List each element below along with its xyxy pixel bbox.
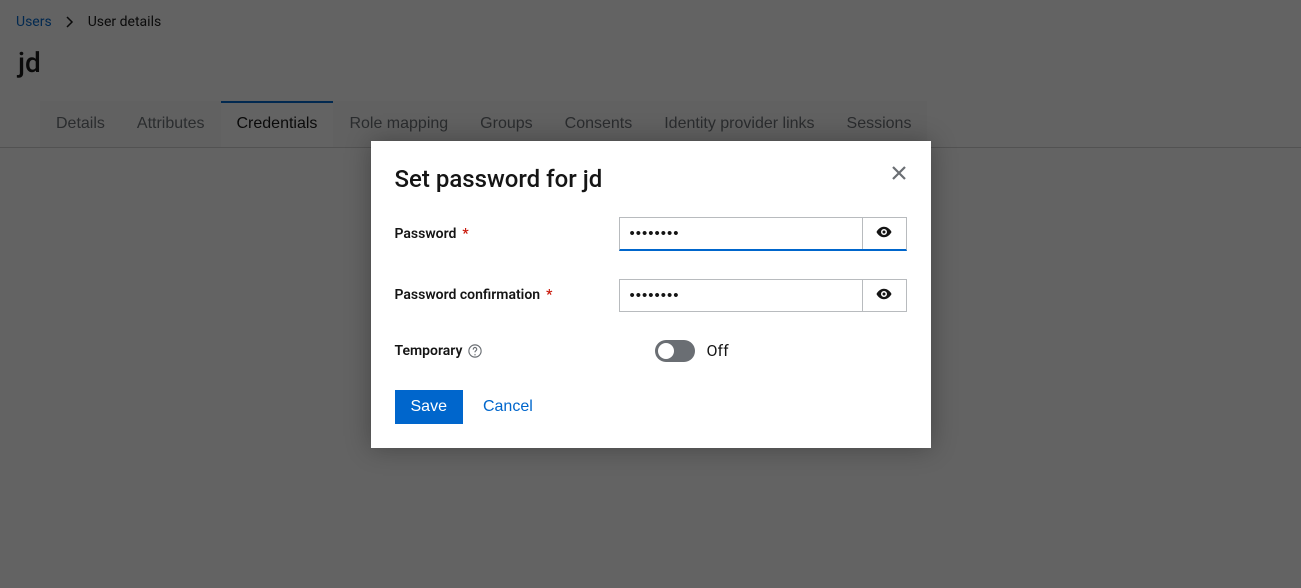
temporary-toggle-wrap: Off [619, 340, 907, 362]
form-row-password: Password * [395, 217, 907, 251]
toggle-password-visibility[interactable] [862, 218, 906, 249]
password-confirm-label-text: Password confirmation [395, 287, 541, 303]
temporary-label: Temporary [395, 343, 619, 359]
form-row-password-confirm: Password confirmation * [395, 279, 907, 312]
password-label-text: Password [395, 226, 457, 242]
eye-icon [875, 285, 893, 306]
modal-title: Set password for jd [395, 165, 907, 193]
password-confirm-label: Password confirmation * [395, 287, 619, 303]
required-star: * [546, 287, 552, 303]
cancel-button[interactable]: Cancel [483, 398, 533, 416]
close-icon [892, 164, 906, 185]
password-input-group [619, 217, 907, 251]
toggle-password-confirm-visibility[interactable] [862, 280, 906, 311]
help-icon[interactable] [468, 344, 482, 358]
set-password-modal: Set password for jd Password * Password … [371, 141, 931, 448]
modal-actions: Save Cancel [395, 390, 907, 424]
save-button[interactable]: Save [395, 390, 463, 424]
temporary-state-text: Off [707, 341, 729, 360]
required-star: * [462, 226, 468, 242]
password-input[interactable] [620, 218, 862, 249]
password-confirm-input[interactable] [620, 280, 862, 311]
temporary-label-text: Temporary [395, 343, 463, 359]
form-row-temporary: Temporary Off [395, 340, 907, 362]
modal-overlay: Set password for jd Password * Password … [0, 0, 1301, 588]
password-label: Password * [395, 226, 619, 242]
eye-icon [875, 223, 893, 244]
temporary-switch[interactable] [655, 340, 695, 362]
close-button[interactable] [887, 163, 911, 187]
password-confirm-input-group [619, 279, 907, 312]
